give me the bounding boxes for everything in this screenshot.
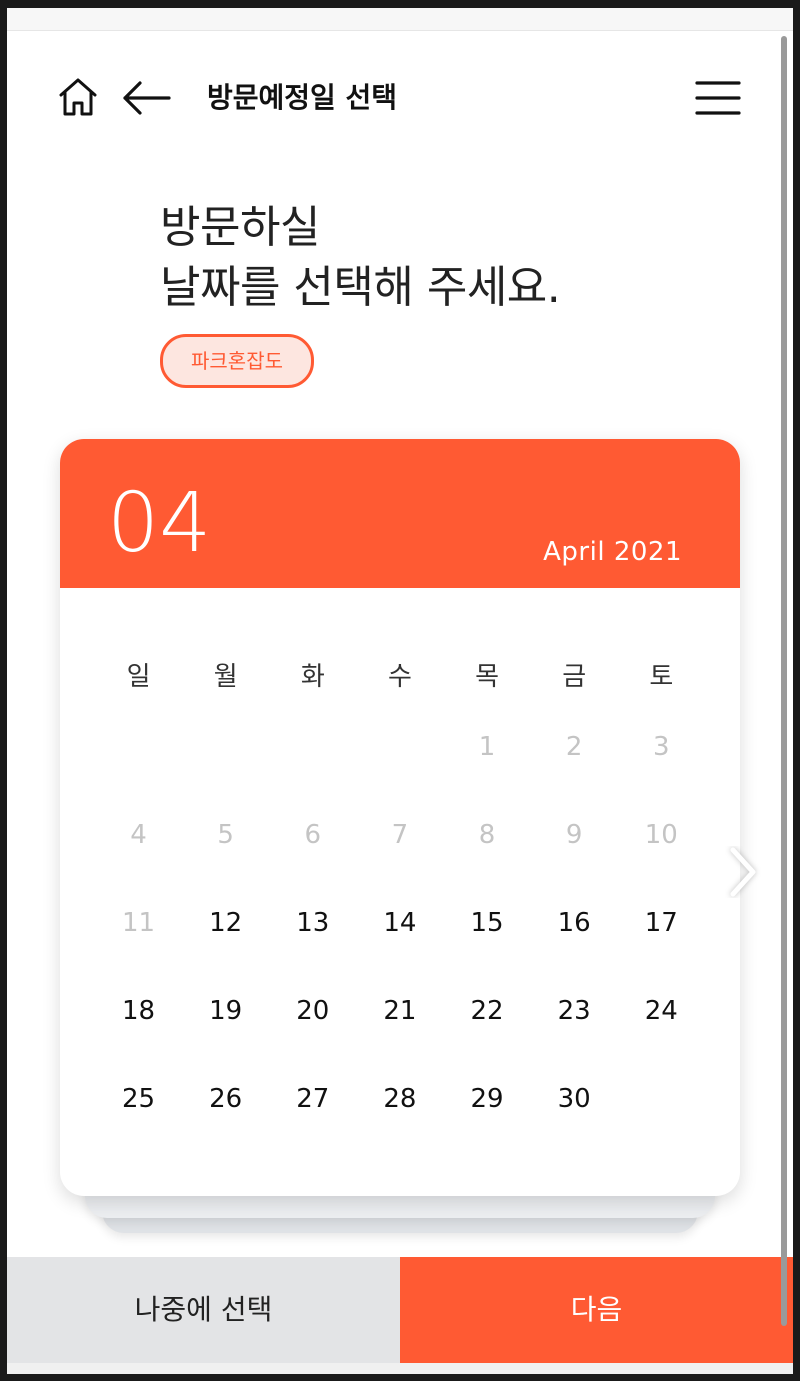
- calendar-day[interactable]: 20: [269, 991, 356, 1079]
- calendar-day[interactable]: 14: [356, 903, 443, 991]
- home-icon[interactable]: [57, 76, 99, 118]
- calendar-day: 10: [644, 820, 678, 850]
- calendar-day[interactable]: 28: [356, 1079, 443, 1167]
- scrollbar[interactable]: [781, 36, 787, 1326]
- footer-actions: 나중에 선택 다음: [7, 1257, 793, 1363]
- calendar-week-row: 25 26 27 28 29 30: [95, 1079, 705, 1167]
- calendar-day: 11: [122, 908, 156, 938]
- calendar-day: 7: [391, 820, 409, 850]
- calendar-day: 3: [653, 732, 670, 762]
- header: 방문예정일 선택: [7, 30, 793, 170]
- weekday-label: 금: [562, 662, 587, 692]
- calendar-day: 8: [478, 820, 496, 850]
- select-later-button[interactable]: 나중에 선택: [7, 1257, 400, 1363]
- headline-line-1: 방문하실: [160, 202, 320, 253]
- weekday-label: 화: [300, 662, 325, 692]
- calendar-day: 5: [217, 820, 234, 850]
- calendar-card: 04 April 2021 일 월 화 수 목 금 토 1 2 3 4 5 6 7 8 9 10 1…: [60, 439, 740, 1196]
- calendar-day[interactable]: 19: [182, 991, 269, 1079]
- status-strip: [7, 8, 793, 31]
- calendar-day[interactable]: 30: [531, 1079, 618, 1167]
- headline-line-2: 날짜를 선택해 주세요.: [160, 262, 561, 313]
- calendar-week-row: 18 19 20 21 22 23 24: [95, 991, 705, 1079]
- calendar-day[interactable]: 27: [269, 1079, 356, 1167]
- calendar-day: 4: [130, 820, 147, 850]
- bottom-strip: [7, 1363, 793, 1374]
- calendar-week-row: 1 2 3: [95, 727, 705, 815]
- calendar-day[interactable]: 22: [444, 991, 531, 1079]
- calendar-day[interactable]: 21: [356, 991, 443, 1079]
- calendar-day[interactable]: 15: [444, 903, 531, 991]
- weekday-label: 수: [387, 662, 412, 692]
- calendar-day[interactable]: 16: [531, 903, 618, 991]
- calendar-day[interactable]: 24: [618, 991, 705, 1079]
- park-congestion-button[interactable]: 파크혼잡도: [160, 334, 314, 388]
- calendar-day[interactable]: 23: [531, 991, 618, 1079]
- calendar-day[interactable]: 29: [444, 1079, 531, 1167]
- weekday-label: 월: [213, 662, 238, 692]
- calendar-day[interactable]: 26: [182, 1079, 269, 1167]
- calendar-day[interactable]: 12: [182, 903, 269, 991]
- weekday-label: 목: [475, 662, 500, 692]
- calendar-day: 9: [565, 820, 583, 850]
- calendar-week-row: 11 12 13 14 15 16 17: [95, 903, 705, 991]
- calendar-day: 2: [565, 732, 583, 762]
- arrow-left-icon[interactable]: [121, 78, 171, 118]
- calendar-day[interactable]: 13: [269, 903, 356, 991]
- hamburger-menu-icon[interactable]: [695, 80, 741, 116]
- calendar-header: 04 April 2021: [60, 439, 740, 588]
- page-title: 방문예정일 선택: [207, 81, 398, 114]
- calendar-day-grid: 1 2 3 4 5 6 7 8 9 10 11 12 13 14 15 16 17 18 19 20 21 22 23 24 2…: [95, 727, 705, 1167]
- calendar-week-row: 4 5 6 7 8 9 10: [95, 815, 705, 903]
- headline: 방문하실 날짜를 선택해 주세요.: [160, 198, 561, 318]
- chevron-right-icon[interactable]: [723, 846, 763, 898]
- calendar-day: 1: [478, 732, 496, 762]
- calendar-month-year: April 2021: [543, 537, 682, 567]
- calendar-day[interactable]: 17: [618, 903, 705, 991]
- app-screen: 방문예정일 선택 방문하실 날짜를 선택해 주세요. 파크혼잡도 04 Apri…: [7, 8, 793, 1374]
- weekday-label: 토: [649, 662, 674, 692]
- calendar-day[interactable]: 25: [95, 1079, 182, 1167]
- weekday-label: 일: [126, 662, 151, 692]
- calendar-day[interactable]: 18: [95, 991, 182, 1079]
- calendar-day: 6: [304, 820, 322, 850]
- calendar-month-number: 04: [107, 476, 212, 571]
- next-button[interactable]: 다음: [400, 1257, 793, 1363]
- weekday-row: 일 월 화 수 목 금 토: [95, 657, 705, 697]
